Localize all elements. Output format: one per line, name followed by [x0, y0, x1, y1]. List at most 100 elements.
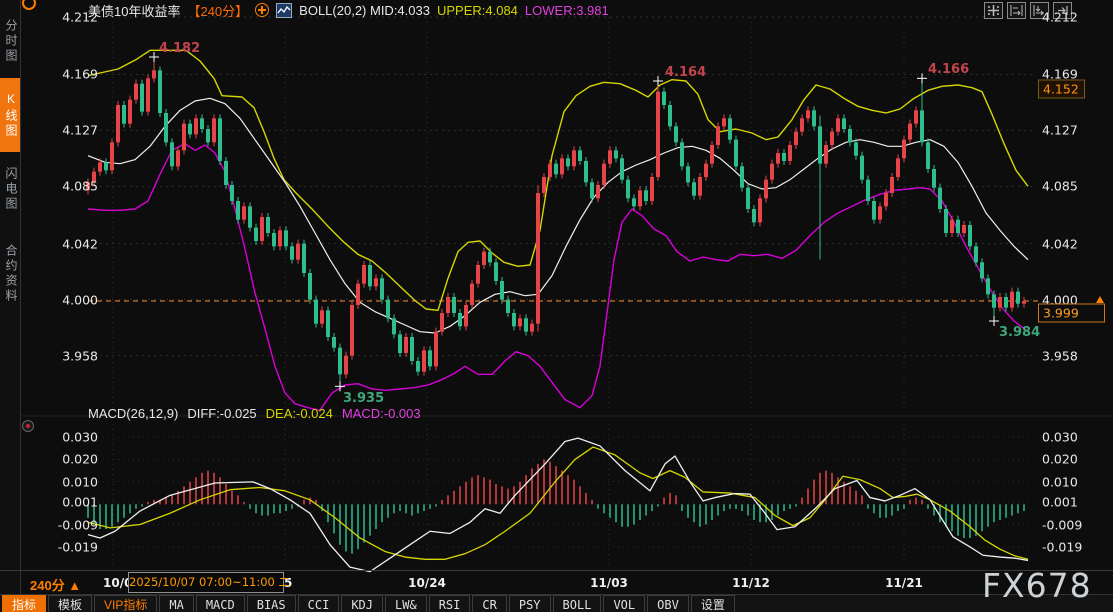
move-icon[interactable] [984, 2, 1003, 19]
candle-body [128, 100, 132, 124]
price-annotation: 4.182 [159, 41, 200, 56]
candle-body [530, 324, 534, 332]
indicator-menu-item[interactable]: LW& [385, 595, 427, 612]
candle-body [476, 265, 480, 284]
candle-body [1016, 292, 1020, 304]
indicator-menu-item[interactable]: BOLL [553, 595, 602, 612]
macd-axis-label: 0.001 [40, 495, 98, 510]
candle-body [308, 273, 312, 300]
candle-body [782, 153, 786, 161]
candle-body [776, 153, 780, 164]
price-chart-canvas[interactable] [0, 0, 1113, 612]
macd-axis-label: 0.001 [1042, 495, 1078, 510]
macd-axis-label: 0.030 [40, 429, 98, 444]
candle-body [698, 177, 702, 196]
indicator-menu-item[interactable]: MA [159, 595, 193, 612]
indicator-menu-item[interactable]: VOL [603, 595, 645, 612]
candle-body [818, 126, 822, 163]
indicator-menu-item[interactable]: OBV [647, 595, 689, 612]
candle-body [158, 70, 162, 113]
candle-body [560, 158, 564, 174]
sidebar-tab-active[interactable]: K线图 [0, 78, 20, 152]
candle-body [764, 180, 768, 199]
indicator-menu-item[interactable]: CCI [298, 595, 340, 612]
candle-body [980, 262, 984, 278]
chart-mode-sidebar: 分时图K线图闪电图合约资料 [0, 0, 21, 612]
candle-body [650, 177, 654, 201]
fit-horizontal-icon[interactable] [1007, 2, 1026, 19]
candle-body [440, 313, 444, 332]
candle-body [578, 150, 582, 161]
chart-type-icon[interactable] [276, 3, 292, 18]
indicator-menu-item[interactable]: MACD [196, 595, 245, 612]
candle-body [404, 337, 408, 353]
candle-body [422, 350, 426, 371]
add-indicator-icon[interactable] [255, 3, 269, 17]
bar-time-tooltip: 2025/10/07 07:00~11:00 二 [128, 572, 284, 593]
candle-body [272, 233, 276, 246]
indicator-menu-item[interactable]: VIP指标 [94, 595, 157, 612]
macd-axis-label: 0.010 [1042, 474, 1078, 489]
macd-dea-value: DEA:-0.024 [266, 406, 333, 421]
indicator-menu-item[interactable]: KDJ [341, 595, 383, 612]
price-axis-label: 3.958 [40, 348, 98, 363]
indicator-menu-item[interactable]: RSI [429, 595, 471, 612]
candle-body [542, 177, 546, 193]
sidebar-tab-inactive[interactable]: 合约资料 [0, 226, 20, 322]
price-axis-label: 4.127 [1042, 123, 1078, 138]
instrument-title: 美债10年收益率 [88, 1, 180, 20]
candle-body [686, 166, 690, 182]
candle-body [446, 297, 450, 313]
candle-body [722, 118, 726, 126]
indicator-menu-item[interactable]: BIAS [247, 595, 296, 612]
macd-panel-icon[interactable] [22, 420, 34, 432]
period-selector-button[interactable]: 240分 ▲ [30, 575, 81, 594]
time-axis-label: 11/12 [732, 576, 770, 590]
candle-body [1010, 292, 1014, 308]
indicator-menu-item[interactable]: 模板 [48, 595, 92, 612]
price-axis-label: 4.000 [40, 292, 98, 307]
candle-body [830, 132, 834, 145]
candle-body [452, 297, 456, 313]
candle-body [944, 209, 948, 233]
candle-body [548, 164, 552, 177]
candle-body [932, 169, 936, 188]
candle-body [998, 297, 1002, 308]
reference-price-badge: 4.152 [1038, 79, 1085, 98]
candle-body [968, 225, 972, 246]
candle-body [806, 110, 810, 118]
candle-body [896, 158, 900, 177]
sidebar-tab-inactive[interactable]: 闪电图 [0, 152, 20, 226]
candle-body [644, 190, 648, 201]
candle-body [488, 252, 492, 263]
macd-diff-line [88, 438, 1028, 572]
candle-body [278, 230, 282, 246]
candle-body [860, 156, 864, 180]
indicator-menu-item[interactable]: 设置 [691, 595, 735, 612]
indicator-menu-item[interactable]: CR [472, 595, 506, 612]
boll-upper-label: UPPER:4.084 [437, 3, 518, 18]
price-axis-label: 4.042 [1042, 236, 1078, 251]
sidebar-tab-inactive[interactable]: 分时图 [0, 4, 20, 78]
price-axis-label: 4.085 [40, 179, 98, 194]
candle-body [104, 162, 108, 170]
candle-body [662, 92, 666, 105]
candle-body [146, 78, 150, 111]
indicator-menu-bar: 指标模板VIP指标MAMACDBIASCCIKDJLW&RSICRPSYBOLL… [0, 594, 1113, 612]
macd-axis-label: -0.019 [1042, 539, 1082, 554]
candle-body [512, 313, 516, 326]
candle-body [890, 177, 894, 193]
candle-body [302, 244, 306, 273]
macd-axis-label: -0.009 [1042, 517, 1082, 532]
candle-body [428, 350, 432, 366]
macd-header: MACD(26,12,9) DIFF:-0.025 DEA:-0.024 MAC… [88, 406, 421, 421]
candle-body [866, 180, 870, 201]
candle-body [224, 161, 228, 185]
indicator-menu-item[interactable]: PSY [509, 595, 551, 612]
candle-body [986, 278, 990, 294]
price-annotation: 4.164 [665, 65, 706, 80]
indicator-menu-item[interactable]: 指标 [2, 595, 46, 612]
candle-body [344, 356, 348, 375]
candle-body [536, 193, 540, 324]
candle-body [554, 164, 558, 175]
